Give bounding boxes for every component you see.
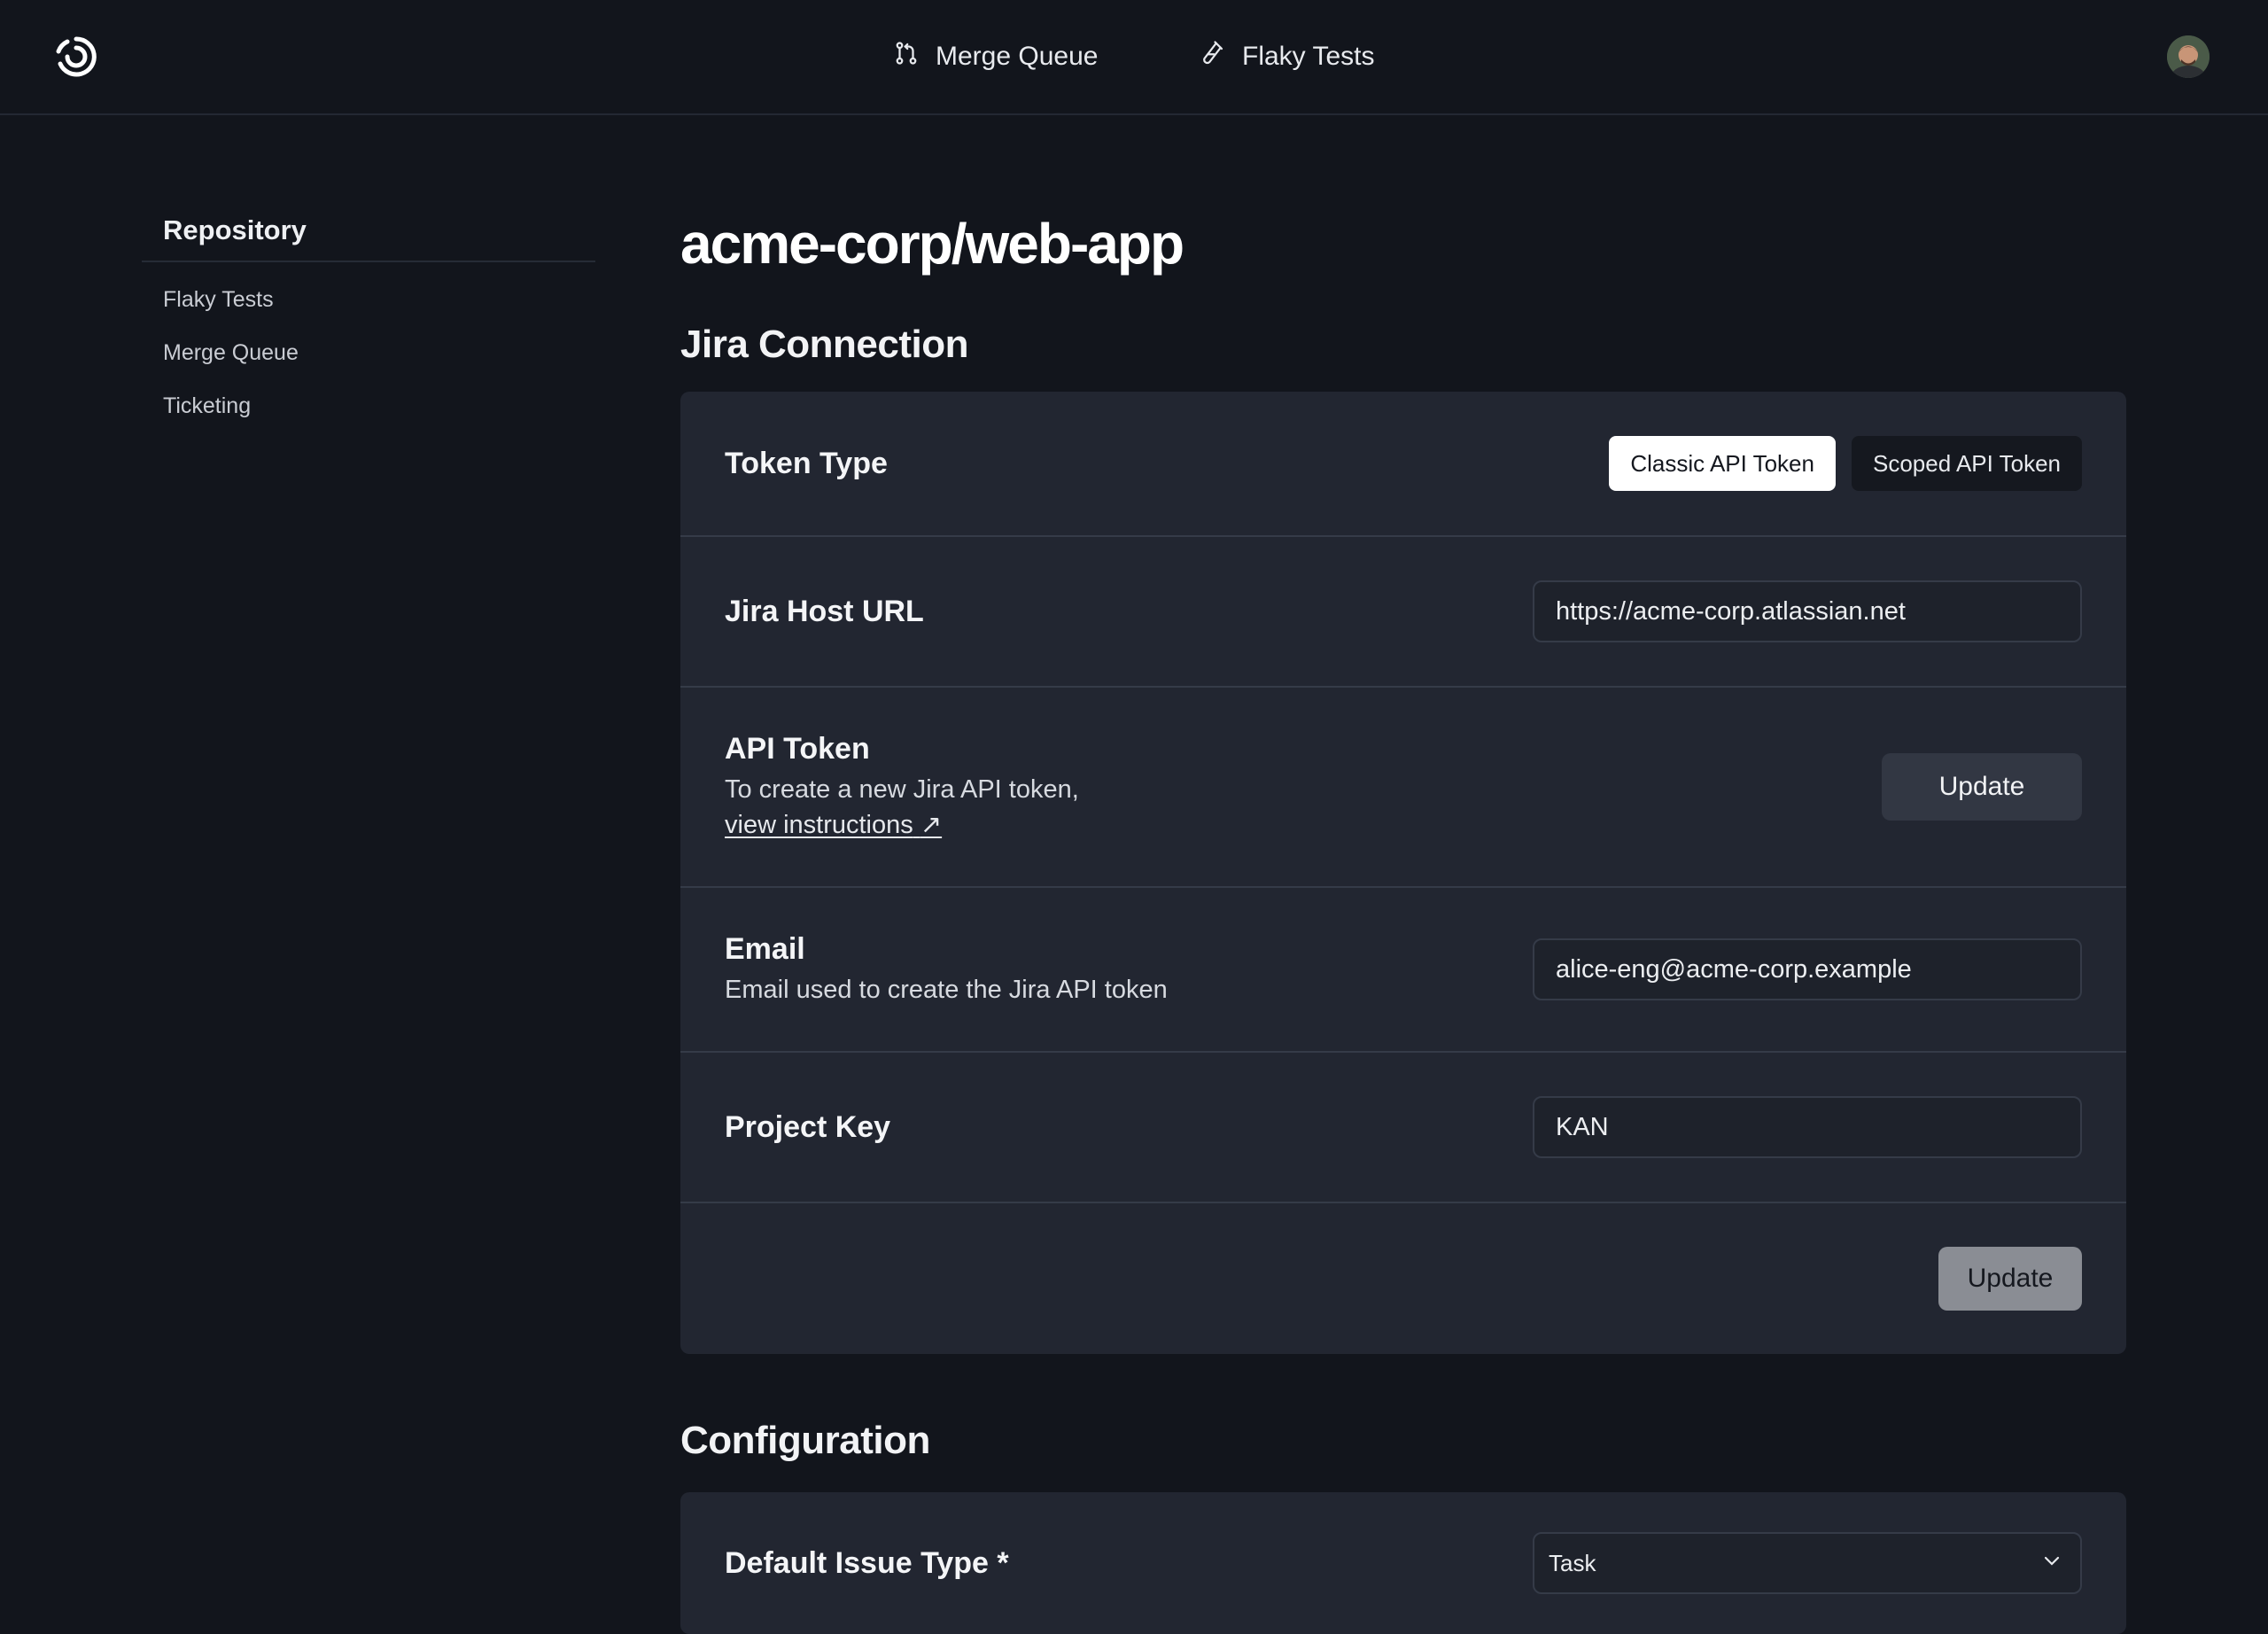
top-navigation-bar: Merge Queue Flaky Tests bbox=[0, 0, 2268, 115]
email-field[interactable]: alice-eng@acme-corp.example bbox=[1533, 938, 2082, 1000]
api-token-label: API Token bbox=[725, 731, 870, 766]
nav-label: Merge Queue bbox=[936, 42, 1099, 71]
test-tube-icon bbox=[1200, 40, 1226, 74]
email-row: Email Email used to create the Jira API … bbox=[680, 888, 2126, 1053]
project-key-input[interactable]: KAN bbox=[1533, 1096, 2082, 1158]
sidebar-item-ticketing[interactable]: Ticketing bbox=[142, 379, 595, 432]
configuration-title: Configuration bbox=[680, 1419, 930, 1462]
token-type-label: Token Type bbox=[725, 446, 888, 480]
default-issue-type-row: Default Issue Type * Task bbox=[680, 1492, 2126, 1634]
jira-connection-title: Jira Connection bbox=[680, 323, 969, 366]
sidebar-item-flaky-tests[interactable]: Flaky Tests bbox=[142, 273, 595, 326]
sidebar: Repository Flaky Tests Merge Queue Ticke… bbox=[142, 204, 595, 432]
jira-host-url-label: Jira Host URL bbox=[725, 594, 924, 628]
main-content: acme-corp/web-app Jira Connection Token … bbox=[680, 204, 2126, 1634]
sidebar-item-merge-queue[interactable]: Merge Queue bbox=[142, 326, 595, 379]
api-token-update-button[interactable]: Update bbox=[1882, 753, 2082, 821]
chevron-down-icon bbox=[2041, 1534, 2062, 1592]
token-type-row: Token Type Classic API Token Scoped API … bbox=[680, 392, 2126, 537]
jira-connection-update-button[interactable]: Update bbox=[1938, 1247, 2082, 1311]
view-instructions-link[interactable]: view instructions ↗ bbox=[725, 811, 942, 839]
jira-host-url-input[interactable]: https://acme-corp.atlassian.net bbox=[1533, 580, 2082, 642]
email-description: Email used to create the Jira API token bbox=[725, 975, 1168, 1004]
selected-issue-type: Task bbox=[1549, 1550, 1596, 1576]
api-token-desc-text: To create a new Jira API token, bbox=[725, 774, 1079, 804]
git-pull-request-icon bbox=[893, 40, 920, 74]
default-issue-type-label: Default Issue Type * bbox=[725, 1545, 1009, 1580]
scoped-api-token-option[interactable]: Scoped API Token bbox=[1851, 436, 2082, 491]
nav-label: Flaky Tests bbox=[1242, 42, 1375, 71]
jira-host-url-row: Jira Host URL https://acme-corp.atlassia… bbox=[680, 537, 2126, 688]
jira-connection-card: Token Type Classic API Token Scoped API … bbox=[680, 392, 2126, 1354]
default-issue-type-select[interactable]: Task bbox=[1533, 1532, 2082, 1594]
configuration-card: Default Issue Type * Task bbox=[680, 1492, 2126, 1634]
external-link-icon: ↗ bbox=[920, 810, 943, 839]
user-avatar[interactable] bbox=[2167, 35, 2210, 78]
api-token-row: API Token To create a new Jira API token… bbox=[680, 688, 2126, 888]
project-key-row: Project Key KAN bbox=[680, 1053, 2126, 1203]
nav-flaky-tests[interactable]: Flaky Tests bbox=[1200, 0, 1375, 113]
submit-row: Update bbox=[680, 1203, 2126, 1354]
project-key-label: Project Key bbox=[725, 1109, 891, 1144]
page-title: acme-corp/web-app bbox=[680, 212, 1184, 276]
api-token-description: To create a new Jira API token, view ins… bbox=[725, 772, 1079, 843]
sidebar-heading: Repository bbox=[142, 204, 595, 262]
app-logo-icon[interactable] bbox=[51, 32, 101, 82]
email-label: Email bbox=[725, 931, 805, 966]
nav-merge-queue[interactable]: Merge Queue bbox=[893, 0, 1098, 113]
classic-api-token-option[interactable]: Classic API Token bbox=[1609, 436, 1836, 491]
token-type-toggle: Classic API Token Scoped API Token bbox=[1609, 436, 2082, 491]
